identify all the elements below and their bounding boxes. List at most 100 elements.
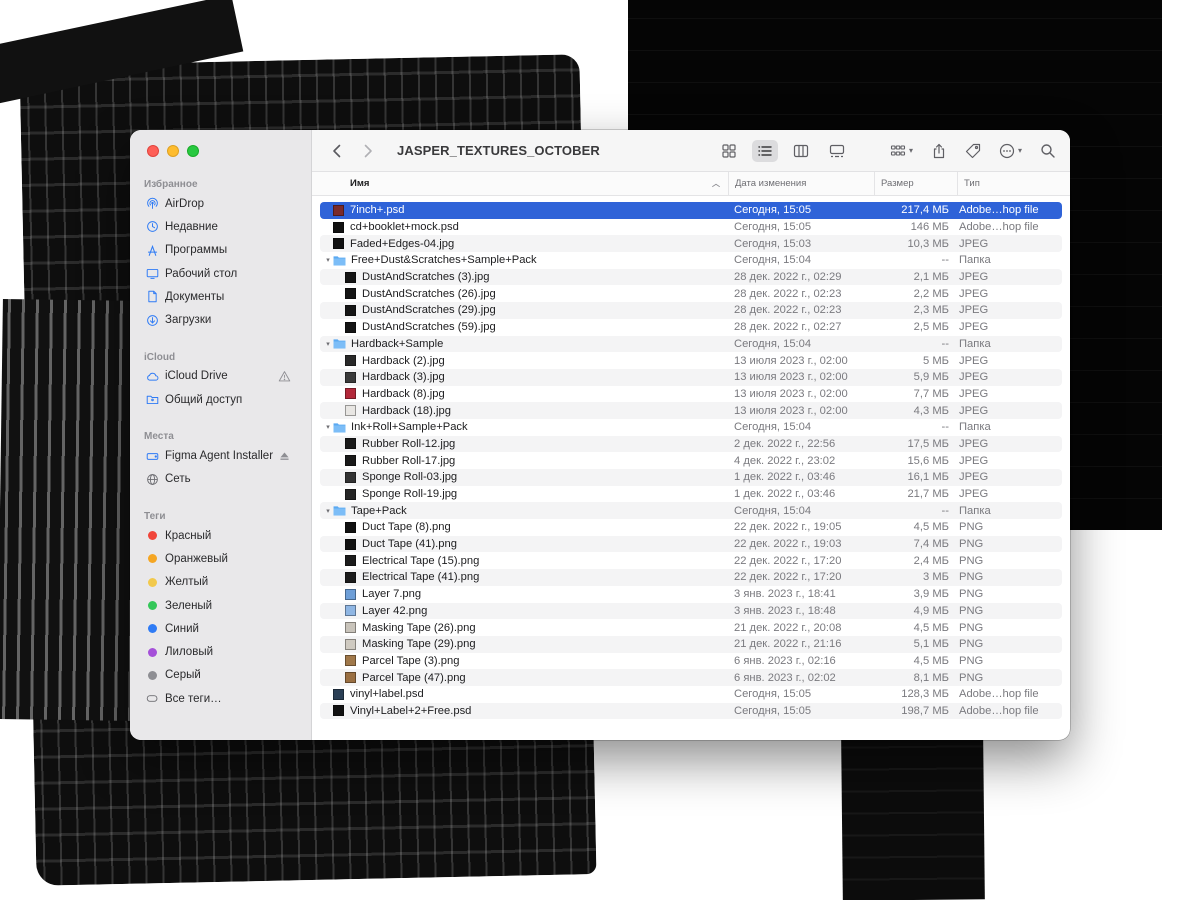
sidebar-item[interactable]: Рабочий стол	[130, 262, 311, 285]
column-header-name[interactable]: Имя ︿	[312, 172, 728, 195]
file-thumbnail-icon	[345, 321, 356, 333]
file-row[interactable]: Electrical Tape (41).png 22 дек. 2022 г.,…	[320, 569, 1062, 586]
file-kind: Adobe…hop file	[959, 704, 1039, 717]
file-row[interactable]: Rubber Roll-12.jpg 2 дек. 2022 г., 22:56 1…	[320, 435, 1062, 453]
file-kind: PNG	[959, 521, 984, 534]
sidebar-item[interactable]: Загрузки	[130, 308, 311, 331]
zoom-button[interactable]	[187, 145, 199, 157]
folder-row[interactable]: ▾ Tape+Pack Сегодня, 15:04 -- Папка	[320, 502, 1062, 520]
file-name: Hardback (8).jpg	[362, 387, 445, 400]
file-row[interactable]: vinyl+label.psd Сегодня, 15:05 128,3 МБ Ado…	[320, 686, 1062, 703]
sidebar-section: Теги Красный Оранжевый Желтый Зеленый Синий Ли…	[130, 510, 311, 710]
file-size: 128,3 МБ	[901, 688, 949, 701]
file-name-cell: DustAndScratches (59).jpg	[320, 321, 728, 333]
file-date: 21 дек. 2022 г., 20:08	[734, 621, 842, 634]
column-header-kind[interactable]: Тип	[957, 172, 1070, 195]
file-row[interactable]: Faded+Edges-04.jpg Сегодня, 15:03 10,3 МБ J…	[320, 235, 1062, 253]
forward-button[interactable]	[359, 139, 377, 163]
minimize-button[interactable]	[167, 145, 179, 157]
sidebar-item-label: Все теги…	[165, 692, 222, 705]
file-row[interactable]: Sponge Roll-19.jpg 1 дек. 2022 г., 03:46 2…	[320, 486, 1062, 503]
tag-color-dot-icon	[146, 599, 159, 612]
disclosure-triangle-icon[interactable]: ▾	[323, 340, 333, 348]
file-row[interactable]: Parcel Tape (47).png 6 янв. 2023 г., 02:0…	[320, 669, 1062, 686]
file-date: 1 дек. 2022 г., 03:46	[734, 471, 836, 484]
sidebar-item[interactable]: Серый	[130, 664, 311, 687]
file-row[interactable]: DustAndScratches (59).jpg 28 дек. 2022 г.…	[320, 319, 1062, 336]
folder-row[interactable]: ▾ Hardback+Sample Сегодня, 15:04 -- Папка	[320, 335, 1062, 353]
group-by-button[interactable]: ▾	[890, 139, 913, 163]
file-row[interactable]: cd+booklet+mock.psd Сегодня, 15:05 146 МБ A…	[320, 219, 1062, 236]
close-button[interactable]	[147, 145, 159, 157]
sidebar-item[interactable]: Недавние	[130, 215, 311, 238]
sidebar-item[interactable]: Зеленый	[130, 594, 311, 617]
disclosure-triangle-icon[interactable]: ▾	[323, 507, 333, 515]
airdrop-icon	[146, 197, 159, 210]
file-row[interactable]: Vinyl+Label+2+Free.psd Сегодня, 15:05 198,…	[320, 702, 1062, 720]
file-row[interactable]: Hardback (3).jpg 13 июля 2023 г., 02:00 5,…	[320, 368, 1062, 386]
file-row[interactable]: Masking Tape (26).png 21 дек. 2022 г., 20…	[320, 619, 1062, 636]
file-kind: JPEG	[959, 321, 989, 334]
sidebar-item[interactable]: Программы	[130, 239, 311, 262]
file-date: 28 дек. 2022 г., 02:27	[734, 321, 842, 334]
file-date: 28 дек. 2022 г., 02:23	[734, 287, 842, 300]
eject-icon[interactable]	[277, 450, 291, 463]
file-row[interactable]: Masking Tape (29).png 21 дек. 2022 г., 21…	[320, 635, 1062, 653]
file-size: --	[941, 254, 949, 267]
file-size: --	[941, 337, 949, 350]
file-name-cell: ▾ Hardback+Sample	[320, 338, 728, 350]
file-row[interactable]: DustAndScratches (29).jpg 28 дек. 2022 г.…	[320, 302, 1062, 319]
file-row[interactable]: Sponge Roll-03.jpg 1 дек. 2022 г., 03:46 1…	[320, 469, 1062, 486]
disclosure-triangle-icon[interactable]: ▾	[323, 256, 333, 264]
folder-row[interactable]: ▾ Ink+Roll+Sample+Pack Сегодня, 15:04 -- Пап…	[320, 419, 1062, 436]
file-kind: JPEG	[959, 471, 989, 484]
file-row[interactable]: Electrical Tape (15).png 22 дек. 2022 г.,…	[320, 552, 1062, 569]
column-header-size[interactable]: Размер	[874, 172, 957, 195]
file-kind: PNG	[959, 671, 984, 684]
file-row[interactable]: DustAndScratches (26).jpg 28 дек. 2022 г.…	[320, 285, 1062, 302]
file-row[interactable]: Rubber Roll-17.jpg 4 дек. 2022 г., 23:02 1…	[320, 452, 1062, 469]
file-row[interactable]: Hardback (18).jpg 13 июля 2023 г., 02:00 4…	[320, 402, 1062, 419]
folder-row[interactable]: ▾ Free+Dust&Scratches+Sample+Pack Сегодня,…	[320, 252, 1062, 269]
file-row[interactable]: Parcel Tape (3).png 6 янв. 2023 г., 02:16…	[320, 653, 1062, 670]
sidebar-item[interactable]: Figma Agent Installer	[130, 444, 311, 467]
file-thumbnail-icon	[345, 304, 356, 316]
sidebar-item[interactable]: Документы	[130, 285, 311, 308]
list-view-button[interactable]	[751, 139, 778, 162]
sidebar-item[interactable]: AirDrop	[130, 192, 311, 215]
sidebar-item[interactable]: Оранжевый	[130, 547, 311, 570]
gallery-view-button[interactable]	[824, 140, 850, 162]
search-button[interactable]	[1040, 139, 1056, 163]
icon-view-button[interactable]	[716, 140, 742, 162]
sidebar: Избранное AirDrop Недавние Программы Рабочий…	[130, 130, 312, 740]
back-button[interactable]	[328, 139, 346, 163]
file-row[interactable]: 7inch+.psd Сегодня, 15:05 217,4 МБ Adobe…ho…	[320, 202, 1062, 219]
sidebar-item[interactable]: Сеть	[130, 468, 311, 491]
sidebar-item[interactable]: Желтый	[130, 571, 311, 594]
sidebar-item[interactable]: Лиловый	[130, 640, 311, 663]
tag-button[interactable]	[965, 139, 981, 163]
sidebar-item[interactable]: Общий доступ	[130, 388, 311, 411]
file-row[interactable]: Hardback (2).jpg 13 июля 2023 г., 02:00 5 …	[320, 352, 1062, 369]
file-row[interactable]: DustAndScratches (3).jpg 28 дек. 2022 г.,…	[320, 268, 1062, 286]
sidebar-item[interactable]: iCloud Drive	[130, 365, 311, 388]
share-button[interactable]	[931, 139, 947, 163]
sidebar-item[interactable]: Все теги…	[130, 687, 311, 710]
file-thumbnail-icon	[345, 388, 356, 400]
sidebar-item[interactable]: Красный	[130, 524, 311, 547]
disclosure-triangle-icon[interactable]: ▾	[323, 423, 333, 431]
more-actions-button[interactable]: ▾	[999, 139, 1022, 163]
columns-icon	[793, 144, 809, 157]
column-view-button[interactable]	[788, 140, 814, 162]
file-date: 22 дек. 2022 г., 17:20	[734, 571, 842, 584]
file-row[interactable]: Hardback (8).jpg 13 июля 2023 г., 02:00 7,…	[320, 386, 1062, 403]
file-row[interactable]: Duct Tape (8).png 22 дек. 2022 г., 19:05 4…	[320, 519, 1062, 536]
document-icon	[146, 290, 159, 303]
file-name-cell: Parcel Tape (3).png	[320, 655, 728, 667]
sidebar-item-label: Документы	[165, 290, 225, 303]
file-row[interactable]: Layer 7.png 3 янв. 2023 г., 18:41 3,9 МБ PN…	[320, 586, 1062, 603]
sidebar-item[interactable]: Синий	[130, 617, 311, 640]
file-row[interactable]: Layer 42.png 3 янв. 2023 г., 18:48 4,9 МБ P…	[320, 602, 1062, 620]
column-header-date[interactable]: Дата изменения	[728, 172, 874, 195]
file-row[interactable]: Duct Tape (41).png 22 дек. 2022 г., 19:03…	[320, 535, 1062, 553]
